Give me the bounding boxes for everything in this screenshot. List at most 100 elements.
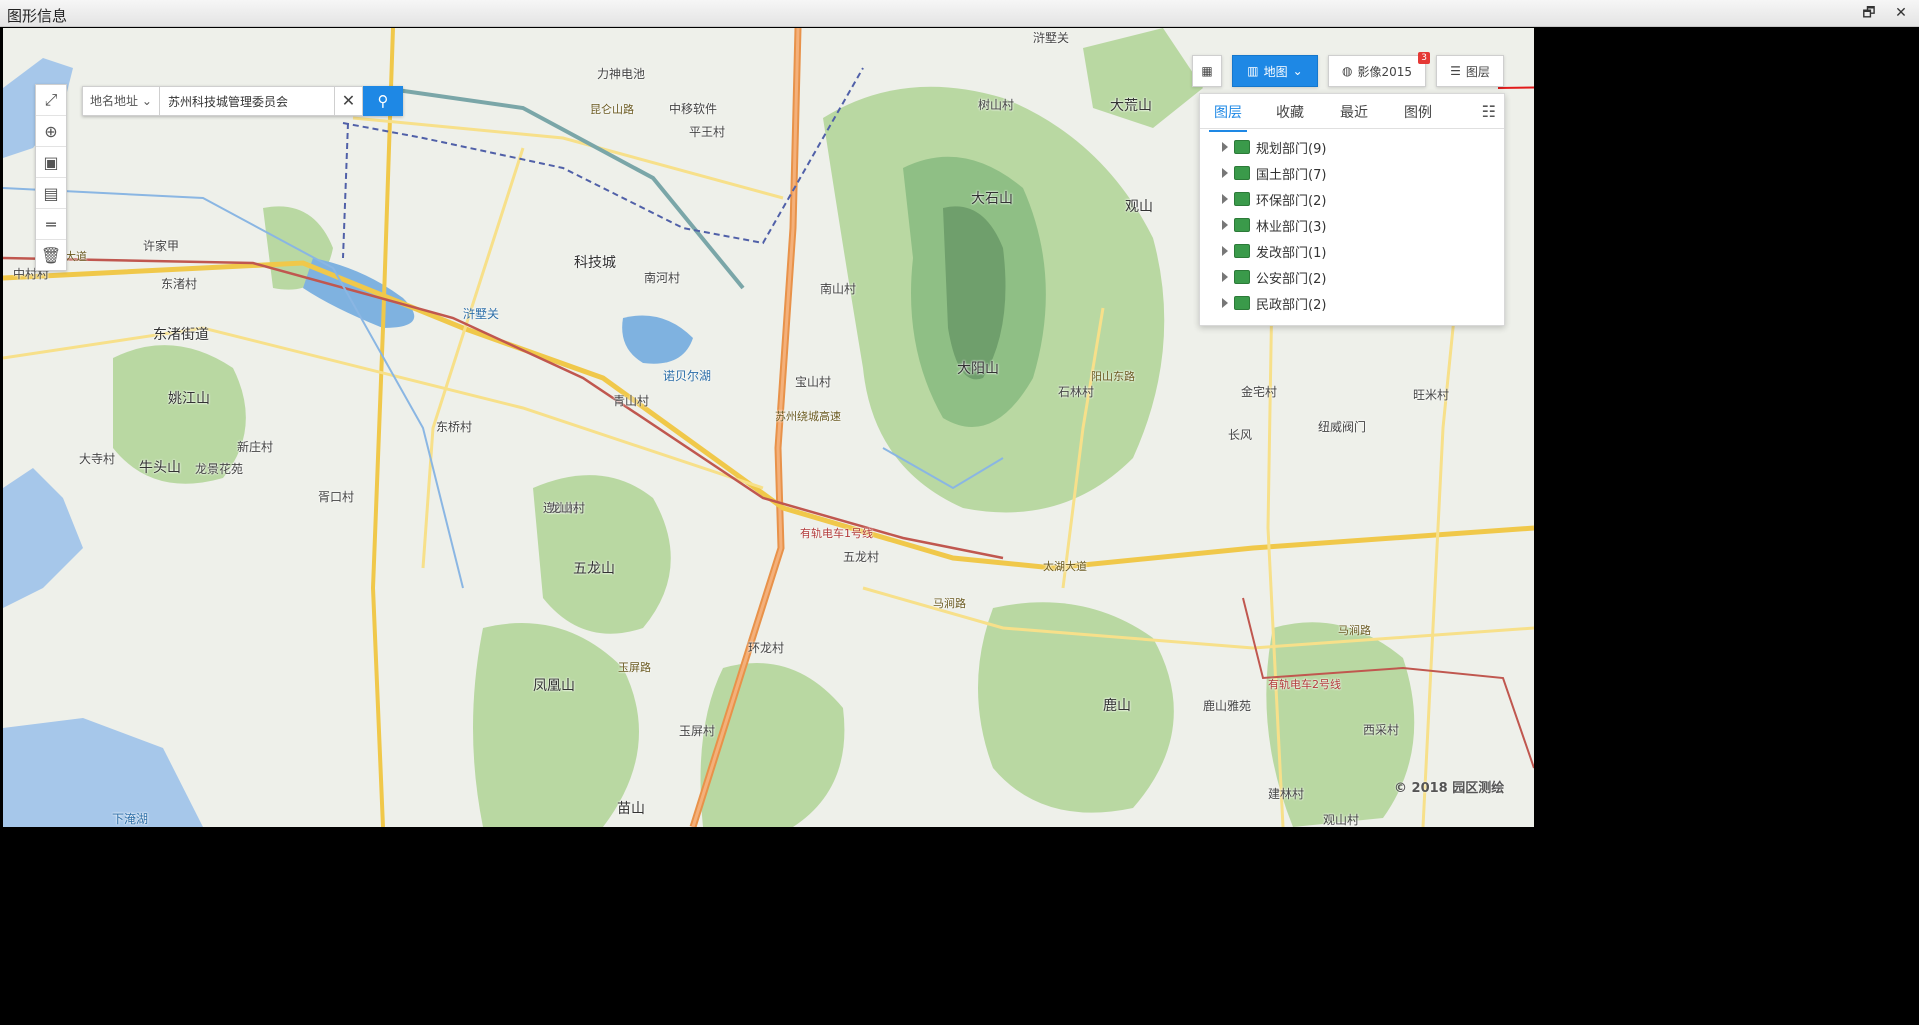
expand-arrow-icon[interactable] — [1222, 194, 1228, 204]
layer-folder-icon — [1234, 270, 1250, 284]
layer-tree-item[interactable]: 国土部门(7) — [1222, 160, 1326, 186]
layer-tree-label: 林业部门(3) — [1256, 219, 1327, 235]
map-label: 大阳山 — [957, 361, 999, 377]
restore-icon[interactable]: 🗗 — [1860, 4, 1878, 22]
list-icon[interactable]: ☷ — [1482, 102, 1496, 121]
map-label: 东渚街道 — [153, 327, 209, 343]
layer-tree-label: 民政部门(2) — [1256, 297, 1327, 313]
layer-panel: 图层 收藏 最近 图例 ☷ 规划部门(9) 国土部门(7) 环保部门(2) 林业部门(3) 发… — [1199, 93, 1505, 326]
map-label: 南山村 — [820, 282, 857, 296]
map-label: 胥口村 — [318, 490, 355, 504]
tab-0[interactable]: 图层 — [1209, 102, 1247, 132]
map-label: 观山村 — [1323, 813, 1360, 827]
layer-tree-item[interactable]: 规划部门(9) — [1222, 134, 1326, 160]
map-label: 姚江山 — [168, 391, 210, 407]
map-label: 有轨电车2号线 — [1268, 678, 1341, 691]
map-label: 下淹湖 — [112, 812, 149, 826]
search-type-select[interactable]: 地名地址 ⌄ — [82, 86, 160, 116]
layer-tree-item[interactable]: 公安部门(2) — [1222, 264, 1326, 290]
map-type-label: 地图 — [1263, 64, 1288, 79]
map-label: 大寺村 — [79, 452, 116, 466]
search-button[interactable]: ⚲ — [363, 86, 403, 116]
copyright-text: © 2018 园区测绘 — [1394, 781, 1505, 796]
layer-label: 图层 — [1465, 64, 1490, 79]
layer-button[interactable]: ☰ 图层 — [1436, 55, 1504, 87]
layer-tree-label: 国土部门(7) — [1256, 167, 1327, 183]
layer-folder-icon — [1234, 244, 1250, 258]
layer-tree-label: 规划部门(9) — [1256, 141, 1327, 157]
map-label: 力神电池 — [597, 67, 646, 81]
map-label: 大石山 — [971, 191, 1013, 207]
image-layer-button[interactable]: ◍ 影像2015 3 — [1328, 52, 1430, 87]
menu-icon: ☰ — [1450, 64, 1461, 78]
layer-folder-icon — [1234, 166, 1250, 180]
window-title: 图形信息 — [7, 7, 68, 25]
map-label: 观山 — [1125, 199, 1153, 215]
layer-folder-icon — [1234, 296, 1250, 310]
map-label: 苗山 — [617, 801, 645, 817]
expand-arrow-icon[interactable] — [1222, 220, 1228, 230]
map-label: 苏州绕城高速 — [775, 410, 841, 423]
measure-button[interactable]: ═ — [36, 209, 66, 240]
map-label: 昆仑山路 — [590, 103, 634, 116]
map-label: 树山村 — [978, 98, 1015, 112]
map-label: 中移软件 — [669, 102, 718, 116]
layer-tree-label: 发改部门(1) — [1256, 245, 1327, 261]
map-label: 东渚村 — [161, 277, 198, 291]
map-label: 马涧路 — [1338, 624, 1371, 637]
tab-2[interactable]: 最近 — [1340, 102, 1368, 122]
map-type-button[interactable]: ▥ 地图 ⌄ — [1232, 55, 1318, 87]
map-label: 科技城 — [574, 255, 616, 271]
map-label: 环龙村 — [748, 641, 785, 655]
map-label: 凤凰山 — [533, 678, 575, 694]
layer-tree-label: 环保部门(2) — [1256, 193, 1327, 209]
map-label: 五龙山 — [573, 561, 615, 577]
expand-arrow-icon[interactable] — [1222, 246, 1228, 256]
map-label: 长风 — [1228, 428, 1253, 442]
map-label: 旺米村 — [1413, 388, 1450, 402]
print-button[interactable]: ▤ — [36, 178, 66, 209]
map-label: 龙山村 — [549, 501, 586, 515]
globe-icon: ◍ — [1341, 64, 1353, 78]
fullscreen-button[interactable]: ⤢ — [36, 85, 66, 116]
image-layer-label: 影像2015 — [1357, 64, 1413, 79]
chevron-down-icon: ⌄ — [1292, 64, 1303, 78]
layer-tree-item[interactable]: 环保部门(2) — [1222, 186, 1326, 212]
extent-button[interactable]: ▣ — [36, 147, 66, 178]
expand-arrow-icon[interactable] — [1222, 298, 1228, 308]
tab-1[interactable]: 收藏 — [1276, 102, 1304, 122]
layer-tree-item[interactable]: 民政部门(2) — [1222, 290, 1326, 316]
map-label: 西采村 — [1363, 723, 1400, 737]
layer-tree-item[interactable]: 林业部门(3) — [1222, 212, 1326, 238]
map-label: 宝山村 — [795, 375, 832, 389]
map-label: 太湖大道 — [1043, 560, 1087, 573]
layer-panel-tabs: 图层 收藏 最近 图例 — [1200, 94, 1504, 132]
expand-arrow-icon[interactable] — [1222, 272, 1228, 282]
map-label: 石林村 — [1058, 385, 1095, 399]
map-label: 建林村 — [1268, 787, 1305, 801]
map-label: 青山村 — [613, 394, 650, 408]
map-label: 浒墅关 — [463, 307, 500, 321]
layer-tree-item[interactable]: 发改部门(1) — [1222, 238, 1326, 264]
globe-button[interactable]: ⊕ — [36, 116, 66, 147]
map-label: 玉屏路 — [618, 661, 651, 674]
grid-view-button[interactable]: ▦ — [1192, 55, 1222, 87]
image-count-badge: 3 — [1418, 52, 1430, 64]
map-label: 阳山东路 — [1091, 370, 1135, 383]
search-icon: ⚲ — [377, 92, 389, 110]
delete-button[interactable]: 🗑 — [36, 240, 66, 270]
map-label: 龙景花苑 — [195, 462, 244, 476]
map-label: 新庄村 — [237, 440, 274, 454]
map-label: 纽威阀门 — [1318, 420, 1367, 434]
search-input[interactable] — [160, 86, 335, 116]
map-label: 大荒山 — [1110, 98, 1152, 114]
map-view[interactable]: 科技城 东渚街道 五龙山 大石山 大阳山 大荒山 观山 姚江山 牛头山 凤凰山 诺贝尔湖 浒墅关 昆仑山… — [3, 28, 1534, 827]
expand-arrow-icon[interactable] — [1222, 168, 1228, 178]
tab-3[interactable]: 图例 — [1404, 102, 1432, 122]
clear-search-button[interactable]: ✕ — [335, 86, 363, 116]
search-bar: 地名地址 ⌄ ✕ ⚲ — [82, 86, 403, 116]
expand-arrow-icon[interactable] — [1222, 142, 1228, 152]
close-icon[interactable]: ✕ — [1892, 4, 1910, 22]
layer-folder-icon — [1234, 218, 1250, 232]
map-label: 许家甲 — [143, 239, 180, 253]
